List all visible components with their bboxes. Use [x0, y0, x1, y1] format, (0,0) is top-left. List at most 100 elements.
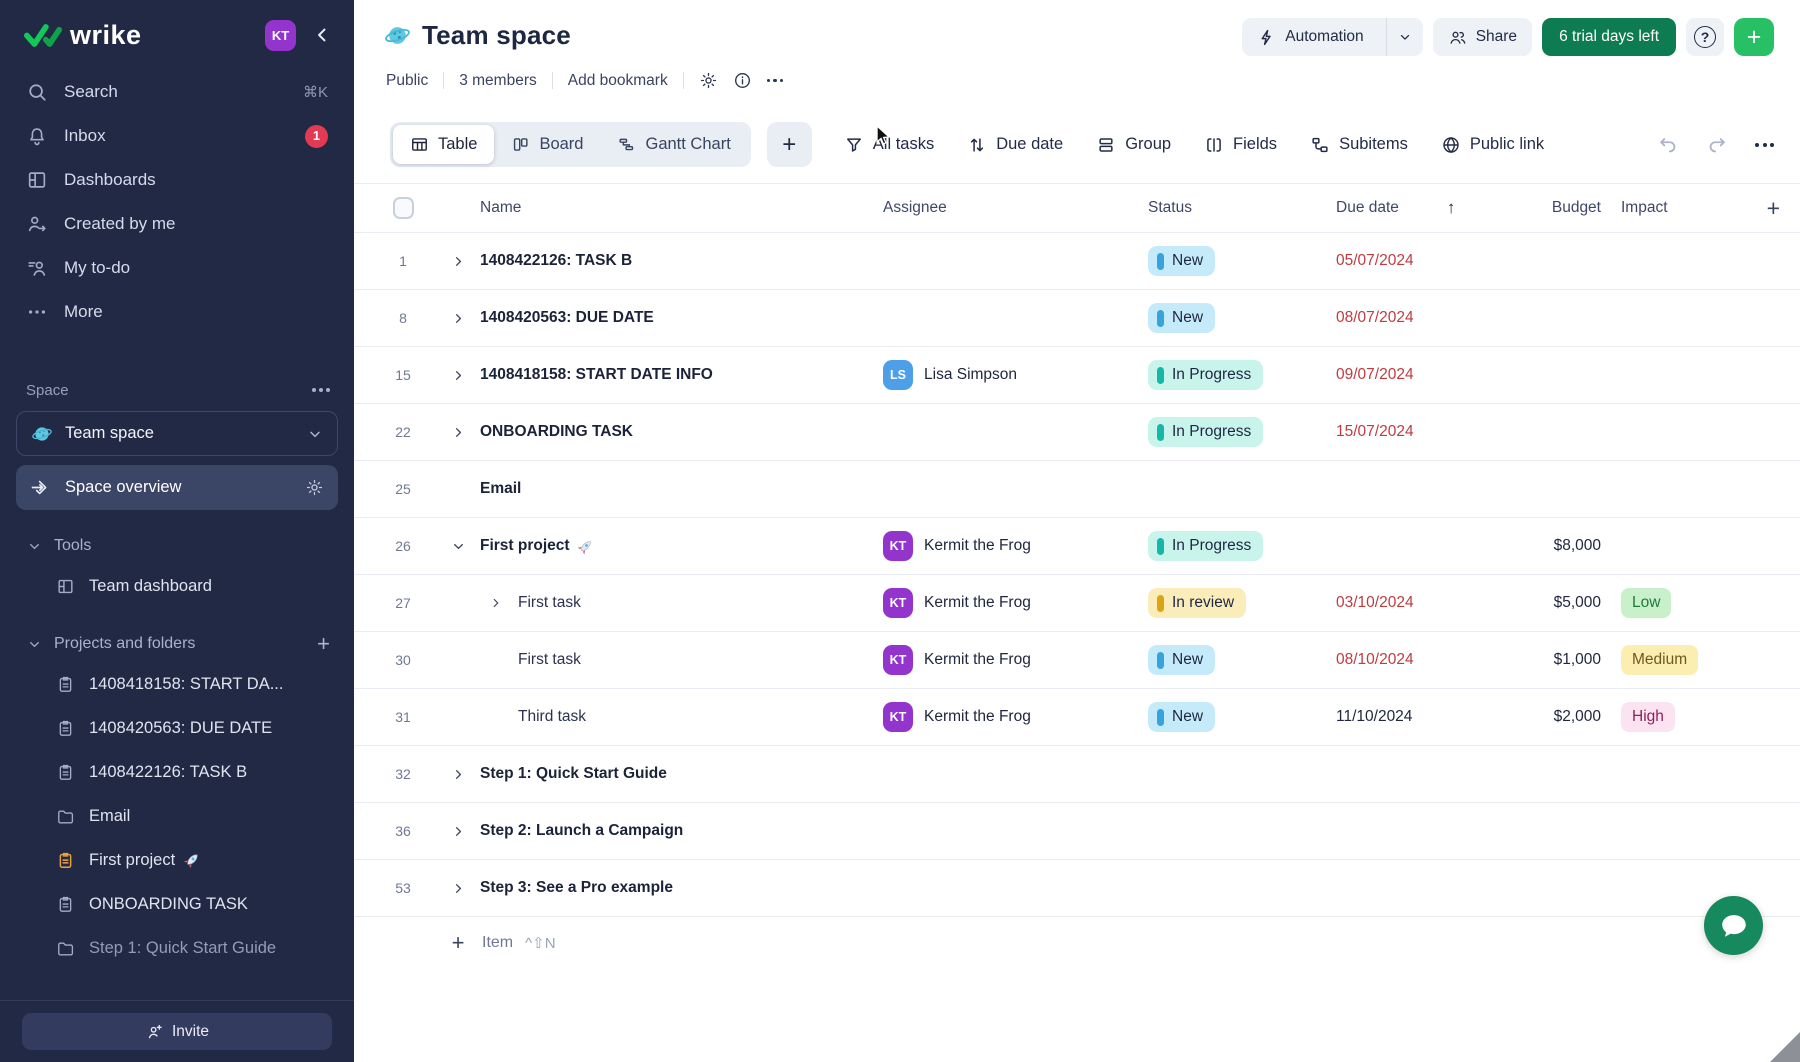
table-row[interactable]: 26 First project KT Kermit the Frog In P… — [354, 518, 1800, 575]
gear-icon[interactable] — [305, 478, 324, 497]
due-date[interactable]: 08/07/2024 — [1336, 309, 1414, 326]
column-header-budget[interactable]: Budget — [1536, 199, 1601, 217]
sidebar-item-search[interactable]: Search ⌘K — [0, 70, 354, 114]
sidebar-item-first-project[interactable]: First project — [0, 838, 354, 882]
status-badge[interactable]: New — [1148, 645, 1215, 675]
table-row[interactable]: 15 1408418158: START DATE INFO LS Lisa S… — [354, 347, 1800, 404]
row-expand-closed-icon[interactable] — [452, 312, 465, 325]
table-row[interactable]: 32 Step 1: Quick Start Guide — [354, 746, 1800, 803]
automation-dropdown[interactable] — [1386, 18, 1423, 56]
task-name[interactable]: Step 3: See a Pro example — [480, 879, 673, 897]
row-expand-closed-icon[interactable] — [490, 597, 502, 609]
table-row[interactable]: 30 First task KT Kermit the Frog New 08/… — [354, 632, 1800, 689]
assignee-avatar[interactable]: KT — [883, 702, 913, 732]
table-row[interactable]: 53 Step 3: See a Pro example — [354, 860, 1800, 917]
task-name[interactable]: Third task — [518, 708, 586, 726]
trial-days-button[interactable]: 6 trial days left — [1542, 18, 1676, 56]
status-badge[interactable]: In review — [1148, 588, 1246, 618]
table-row[interactable]: 1 1408422126: TASK B New 05/07/2024 — [354, 233, 1800, 290]
tab-gantt-chart[interactable]: Gantt Chart — [600, 125, 747, 164]
sidebar-item-more[interactable]: More — [0, 290, 354, 334]
due-date[interactable]: 08/10/2024 — [1336, 651, 1414, 668]
budget-cell[interactable]: $1,000 — [1536, 651, 1601, 669]
status-badge[interactable]: New — [1148, 702, 1215, 732]
automation-button[interactable]: Automation — [1242, 18, 1422, 56]
task-name[interactable]: First task — [518, 594, 581, 612]
row-expand-open-icon[interactable] — [452, 540, 465, 553]
status-badge[interactable]: In Progress — [1148, 417, 1263, 447]
sidebar-item-1408420563-due-date[interactable]: 1408420563: DUE DATE — [0, 706, 354, 750]
sidebar-item-team-dashboard[interactable]: Team dashboard — [0, 564, 354, 608]
add-bookmark-link[interactable]: Add bookmark — [568, 72, 668, 90]
sidebar-item-created-by-me[interactable]: Created by me — [0, 202, 354, 246]
row-expand-closed-icon[interactable] — [452, 369, 465, 382]
sidebar-collapse-icon[interactable] — [312, 25, 332, 45]
table-row[interactable]: 22 ONBOARDING TASK In Progress 15/07/202… — [354, 404, 1800, 461]
sort-ascending-icon[interactable]: ↑ — [1447, 198, 1456, 218]
chat-widget-button[interactable] — [1704, 896, 1763, 955]
task-name[interactable]: Email — [480, 480, 521, 498]
invite-button[interactable]: Invite — [22, 1013, 332, 1050]
sidebar-item-onboarding-task[interactable]: ONBOARDING TASK — [0, 882, 354, 926]
add-project-icon[interactable]: + — [317, 633, 330, 655]
task-name[interactable]: Step 1: Quick Start Guide — [480, 765, 667, 783]
sidebar-item-inbox[interactable]: Inbox 1 — [0, 114, 354, 158]
task-name[interactable]: First task — [518, 651, 581, 669]
toolbar-group-button[interactable]: Group — [1096, 135, 1171, 155]
toolbar-fields-button[interactable]: Fields — [1204, 135, 1277, 155]
assignee-avatar[interactable]: LS — [883, 360, 913, 390]
due-date[interactable]: 15/07/2024 — [1336, 423, 1414, 440]
due-date[interactable]: 11/10/2024 — [1336, 708, 1412, 725]
share-button[interactable]: Share — [1433, 18, 1532, 56]
column-header-impact[interactable]: Impact — [1621, 199, 1668, 217]
due-date[interactable]: 03/10/2024 — [1336, 594, 1414, 611]
status-badge[interactable]: New — [1148, 246, 1215, 276]
tab-board[interactable]: Board — [494, 125, 600, 164]
due-date[interactable]: 05/07/2024 — [1336, 252, 1414, 269]
settings-gear-icon[interactable] — [699, 71, 718, 90]
assignee-avatar[interactable]: KT — [883, 588, 913, 618]
impact-badge[interactable]: Low — [1621, 588, 1671, 618]
add-view-button[interactable]: + — [767, 122, 812, 167]
row-expand-closed-icon[interactable] — [452, 426, 465, 439]
budget-cell[interactable]: $5,000 — [1536, 594, 1601, 612]
user-avatar[interactable]: KT — [265, 20, 296, 51]
task-name[interactable]: ONBOARDING TASK — [480, 423, 633, 441]
tools-section-header[interactable]: Tools — [0, 528, 354, 564]
toolbar-public-link-button[interactable]: Public link — [1441, 135, 1544, 155]
space-menu-icon[interactable] — [312, 388, 330, 392]
sidebar-item-step-1-quick-start-guide[interactable]: Step 1: Quick Start Guide — [0, 926, 354, 970]
tab-table[interactable]: Table — [393, 125, 494, 164]
sidebar-item-space-overview[interactable]: Space overview — [16, 465, 338, 510]
impact-badge[interactable]: Medium — [1621, 645, 1698, 675]
impact-badge[interactable]: High — [1621, 702, 1675, 732]
members-count[interactable]: 3 members — [459, 72, 537, 90]
sidebar-item-1408418158-start-da[interactable]: 1408418158: START DA... — [0, 662, 354, 706]
task-name[interactable]: 1408420563: DUE DATE — [480, 309, 654, 327]
table-row[interactable]: 27 First task KT Kermit the Frog In revi… — [354, 575, 1800, 632]
assignee-avatar[interactable]: KT — [883, 645, 913, 675]
sidebar-item-email[interactable]: Email — [0, 794, 354, 838]
toolbar-subitems-button[interactable]: Subitems — [1310, 135, 1408, 155]
space-selector[interactable]: Team space — [16, 411, 338, 456]
status-badge[interactable]: In Progress — [1148, 531, 1263, 561]
table-row[interactable]: 8 1408420563: DUE DATE New 08/07/2024 — [354, 290, 1800, 347]
row-expand-closed-icon[interactable] — [452, 825, 465, 838]
sidebar-item-1408422126-task-b[interactable]: 1408422126: TASK B — [0, 750, 354, 794]
toolbar-all-tasks-button[interactable]: All tasks — [844, 135, 934, 155]
visibility-label[interactable]: Public — [386, 72, 428, 90]
toolbar-more-icon[interactable] — [1755, 143, 1774, 147]
add-item-button[interactable]: + Item ^⇧N — [354, 917, 1800, 969]
window-resize-handle[interactable] — [1770, 1032, 1800, 1062]
assignee-avatar[interactable]: KT — [883, 531, 913, 561]
table-row[interactable]: 25 Email — [354, 461, 1800, 518]
info-icon[interactable] — [733, 71, 752, 90]
row-expand-closed-icon[interactable] — [452, 882, 465, 895]
status-badge[interactable]: New — [1148, 303, 1215, 333]
row-expand-closed-icon[interactable] — [452, 255, 465, 268]
select-all-checkbox[interactable] — [393, 197, 414, 219]
task-name[interactable]: First project — [480, 537, 570, 555]
task-name[interactable]: Step 2: Launch a Campaign — [480, 822, 683, 840]
row-expand-closed-icon[interactable] — [452, 768, 465, 781]
create-new-button[interactable]: + — [1734, 18, 1774, 56]
